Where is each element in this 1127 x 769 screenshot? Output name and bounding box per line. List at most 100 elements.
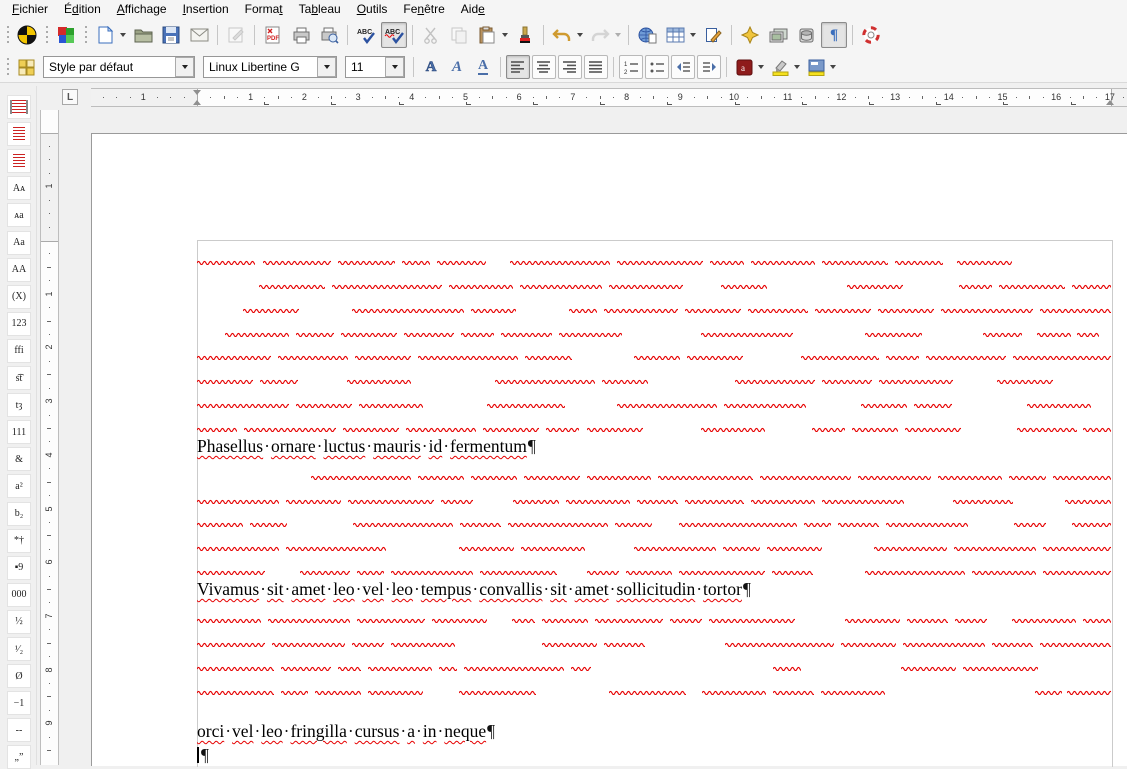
sidebar-double-dash[interactable]: --: [7, 718, 31, 742]
draw-functions-icon[interactable]: [700, 22, 726, 48]
highlighting-icon[interactable]: [768, 55, 792, 79]
sidebar-triple-zero[interactable]: 000: [7, 583, 31, 607]
paste-dropdown[interactable]: [502, 33, 508, 37]
horizontal-ruler[interactable]: 11234567891011121314151617: [91, 88, 1127, 107]
decrease-indent-icon[interactable]: [671, 55, 695, 79]
justify-icon[interactable]: [584, 55, 608, 79]
sidebar-oldstyle-figures[interactable]: ▪9: [7, 556, 31, 580]
menu-outils[interactable]: Outils: [349, 1, 396, 17]
new-document-icon[interactable]: [92, 22, 118, 48]
paragraph-text-line[interactable]: Vivamus·sit·amet·leo·vel·leo·tempus·conv…: [197, 579, 751, 600]
sidebar-tabular-figures[interactable]: 111: [7, 420, 31, 444]
italic-icon[interactable]: A: [445, 55, 469, 79]
save-icon[interactable]: [158, 22, 184, 48]
font-size-combobox[interactable]: 11: [345, 56, 405, 78]
help-icon[interactable]: [858, 22, 884, 48]
sidebar-minus-one[interactable]: −1: [7, 691, 31, 715]
sidebar-graphite-paired-pages-icon[interactable]: [7, 95, 31, 119]
left-indent-marker[interactable]: [193, 100, 201, 105]
sidebar-footnote-marks[interactable]: *†: [7, 529, 31, 553]
menu-fichier[interactable]: Fichier: [4, 1, 56, 17]
redo-icon[interactable]: [587, 22, 613, 48]
font-size-dropdown[interactable]: [385, 57, 404, 77]
left-indent-marker[interactable]: [193, 90, 201, 95]
clone-formatting-icon[interactable]: [512, 22, 538, 48]
sidebar-superscript[interactable]: a²: [7, 474, 31, 498]
align-left-icon[interactable]: [506, 55, 530, 79]
undo-icon[interactable]: [549, 22, 575, 48]
highlighting-dropdown[interactable]: [794, 65, 800, 69]
font-color-icon[interactable]: a: [732, 55, 756, 79]
sidebar-lining-figures[interactable]: 123: [7, 312, 31, 336]
copy-icon[interactable]: [446, 22, 472, 48]
bold-icon[interactable]: A: [419, 55, 443, 79]
bullet-list-icon[interactable]: [645, 55, 669, 79]
sidebar-caps-smallcaps[interactable]: Aᴀ: [7, 176, 31, 200]
new-document-dropdown[interactable]: [120, 33, 126, 37]
custom-logo-icon[interactable]: [14, 22, 40, 48]
redo-dropdown[interactable]: [615, 33, 621, 37]
spellcheck-icon[interactable]: ABC: [353, 22, 379, 48]
auto-spellcheck-icon[interactable]: ABC: [381, 22, 407, 48]
underline-icon[interactable]: A: [471, 55, 495, 79]
sidebar-parenthesized[interactable]: (X): [7, 285, 31, 309]
increase-indent-icon[interactable]: [697, 55, 721, 79]
paste-icon[interactable]: [474, 22, 500, 48]
font-name-dropdown[interactable]: [317, 57, 336, 77]
print-icon[interactable]: [288, 22, 314, 48]
toolbar-grip[interactable]: [44, 25, 49, 45]
background-color-dropdown[interactable]: [830, 65, 836, 69]
background-color-icon[interactable]: [804, 55, 828, 79]
numbered-list-icon[interactable]: 1 2: [619, 55, 643, 79]
sidebar-quotes[interactable]: „”: [7, 745, 31, 769]
sidebar-stacked-fraction[interactable]: ¹⁄₂: [7, 637, 31, 661]
tab-stop-type-selector[interactable]: L: [62, 89, 78, 105]
menu-edition[interactable]: Édition: [56, 1, 109, 17]
align-right-icon[interactable]: [558, 55, 582, 79]
cut-icon[interactable]: [418, 22, 444, 48]
gallery-icon[interactable]: [765, 22, 791, 48]
table-dropdown[interactable]: [690, 33, 696, 37]
toolbar-grip[interactable]: [5, 25, 10, 45]
sidebar-ffi-ligature[interactable]: ffi: [7, 339, 31, 363]
sidebar-tz-ligature[interactable]: tȝ: [7, 393, 31, 417]
paragraph-style-combobox[interactable]: Style par défaut: [43, 56, 195, 78]
font-color-dropdown[interactable]: [758, 65, 764, 69]
data-sources-icon[interactable]: [793, 22, 819, 48]
sidebar-graphite-lined-page-icon[interactable]: [7, 149, 31, 173]
color-settings-icon[interactable]: [53, 22, 79, 48]
sidebar-fraction[interactable]: ½: [7, 610, 31, 634]
sidebar-graphite-dotted-page-icon[interactable]: [7, 122, 31, 146]
hyperlink-icon[interactable]: [634, 22, 660, 48]
menu-aide[interactable]: Aide: [453, 1, 493, 17]
paragraph-text-line[interactable]: orci·vel·leo·fringilla·cursus·a·in·neque…: [197, 721, 495, 742]
menu-fenetre[interactable]: Fenêtre: [395, 1, 452, 17]
align-center-icon[interactable]: [532, 55, 556, 79]
sidebar-italic-ampersand[interactable]: &: [7, 447, 31, 471]
toolbar-grip[interactable]: [5, 57, 10, 77]
sidebar-capitalize[interactable]: Aa: [7, 231, 31, 255]
right-indent-marker[interactable]: [1106, 100, 1114, 105]
font-name-combobox[interactable]: Linux Libertine G: [203, 56, 337, 78]
sidebar-smallcaps-lower[interactable]: ᴀa: [7, 203, 31, 227]
vertical-ruler[interactable]: 1123456789: [40, 110, 59, 765]
toolbar-grip[interactable]: [83, 25, 88, 45]
print-preview-icon[interactable]: [316, 22, 342, 48]
sidebar-subscript[interactable]: b₂: [7, 502, 31, 526]
edit-file-icon[interactable]: [223, 22, 249, 48]
undo-dropdown[interactable]: [577, 33, 583, 37]
menu-insertion[interactable]: Insertion: [175, 1, 237, 17]
paragraph-text-line[interactable]: Phasellus·ornare·luctus·mauris·id·fermen…: [197, 436, 536, 457]
sidebar-slashed-zero[interactable]: Ø: [7, 664, 31, 688]
insert-table-icon[interactable]: [662, 22, 688, 48]
menu-affichage[interactable]: Affichage: [109, 1, 175, 17]
paragraph-style-dropdown[interactable]: [175, 57, 194, 77]
email-icon[interactable]: [186, 22, 212, 48]
menu-format[interactable]: Format: [237, 1, 291, 17]
open-icon[interactable]: [130, 22, 156, 48]
navigator-icon[interactable]: [737, 22, 763, 48]
export-pdf-icon[interactable]: PDF: [260, 22, 286, 48]
sidebar-st-ligature[interactable]: s͡t: [7, 366, 31, 390]
menu-tableau[interactable]: Tableau: [291, 1, 349, 17]
styles-panel-icon[interactable]: [14, 55, 38, 79]
